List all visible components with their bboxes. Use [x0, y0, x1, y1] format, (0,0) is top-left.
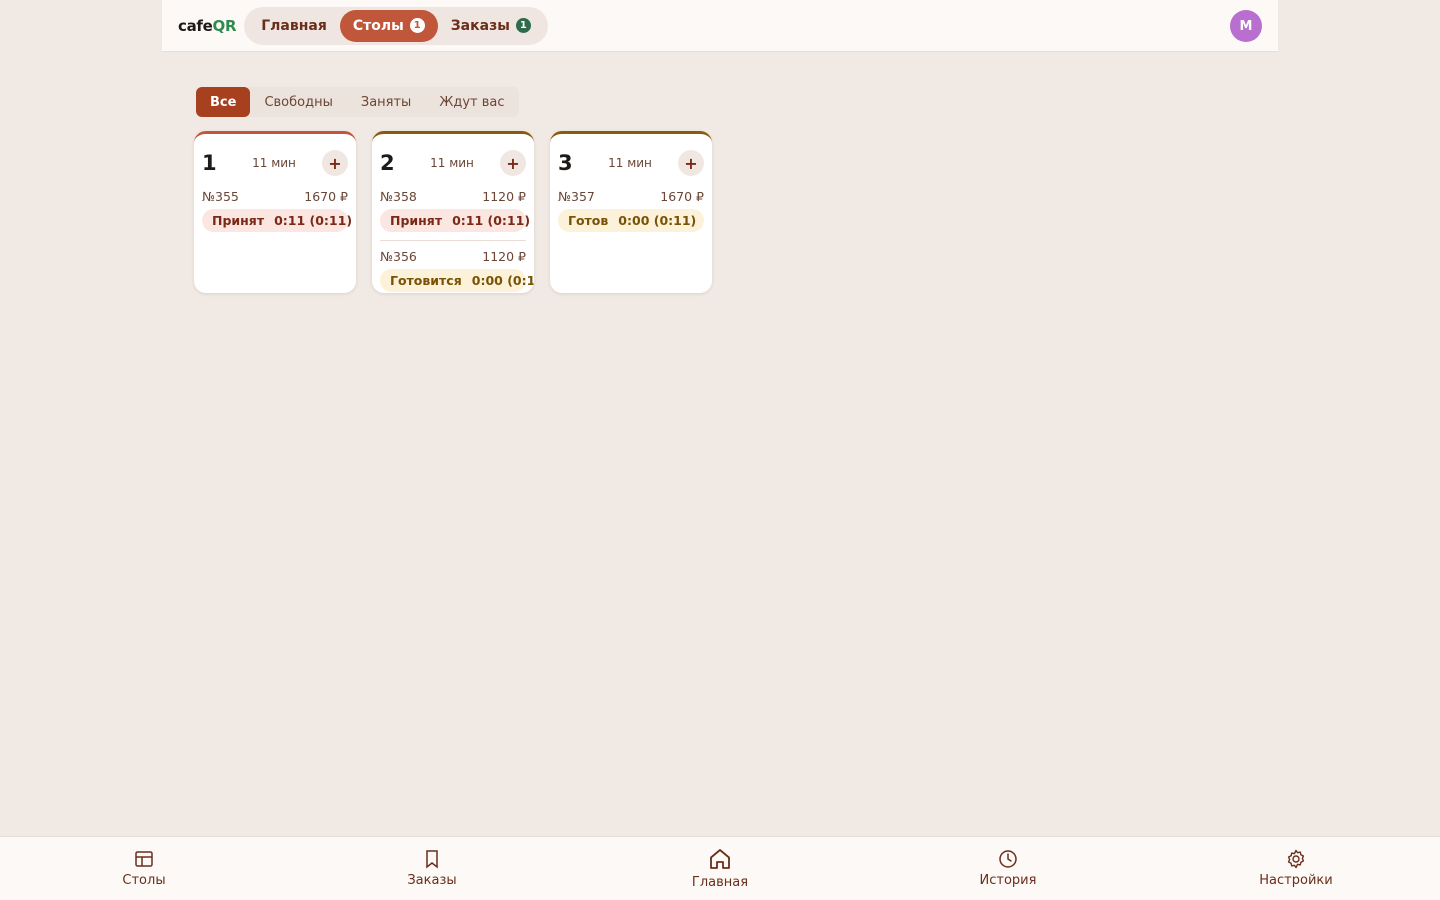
bottom-tab-settings-label: Настройки [1259, 873, 1333, 888]
nav-orders[interactable]: Заказы 1 [438, 10, 544, 42]
order-item[interactable]: №356 1120 ₽ Готовится 0:00 (0:11) [380, 240, 534, 292]
table-card-header: 2 11 мин + [380, 134, 526, 190]
bottom-tab-orders-label: Заказы [407, 873, 457, 888]
order-id: №355 [202, 188, 239, 204]
nav-home-label: Главная [261, 17, 327, 34]
bottom-tab-tables[interactable]: Столы [0, 837, 288, 900]
filter-occupied[interactable]: Заняты [347, 87, 425, 117]
order-item[interactable]: №357 1670 ₽ Готов 0:00 (0:11) [558, 187, 704, 232]
add-order-button[interactable]: + [500, 150, 526, 176]
table-card[interactable]: 1 11 мин + №355 1670 ₽ Принят 0:11 (0:11… [194, 131, 356, 293]
order-id: №358 [380, 188, 417, 204]
status-timer: 0:11 (0:11) [452, 213, 531, 228]
filter-all[interactable]: Все [196, 87, 251, 117]
status-timer: 0:00 (0:11) [618, 213, 697, 228]
table-layout-icon [135, 851, 153, 867]
order-total: 1670 ₽ [304, 188, 348, 204]
nav-home[interactable]: Главная [248, 10, 340, 42]
gear-icon [1287, 849, 1305, 869]
table-number: 2 [380, 151, 395, 175]
table-card[interactable]: 2 11 мин + №358 1120 ₽ Принят 0:11 (0:11… [372, 131, 534, 293]
nav-orders-label: Заказы [450, 17, 510, 34]
filter-waiting[interactable]: Ждут вас [425, 87, 518, 117]
order-item[interactable]: №358 1120 ₽ Принят 0:11 (0:11) [380, 187, 530, 232]
order-total: 1120 ₽ [482, 248, 526, 264]
table-elapsed: 11 мин [430, 156, 474, 170]
status-timer: 0:00 (0:11) [471, 273, 534, 288]
nav-orders-badge: 1 [515, 18, 531, 33]
table-card-header: 3 11 мин + [558, 134, 704, 190]
filter-free[interactable]: Свободны [250, 87, 346, 117]
logo-suffix: QR [212, 16, 237, 35]
table-card[interactable]: 3 11 мин + №357 1670 ₽ Готов 0:00 (0:11) [550, 131, 712, 293]
status-timer: 0:11 (0:11) [274, 213, 353, 228]
status-label: Принят [212, 213, 265, 228]
status-badge: Готов 0:00 (0:11) [558, 209, 704, 232]
top-bar: cafeQR Главная Столы 1 Заказы 1 M [162, 0, 1278, 52]
table-elapsed: 11 мин [252, 156, 296, 170]
nav-tables-label: Столы [352, 17, 404, 34]
bottom-tab-orders[interactable]: Заказы [288, 837, 576, 900]
order-total: 1120 ₽ [482, 188, 526, 204]
bottom-tab-settings[interactable]: Настройки [1152, 837, 1440, 900]
table-cards: 1 11 мин + №355 1670 ₽ Принят 0:11 (0:11… [194, 131, 712, 293]
bookmark-icon [426, 850, 438, 869]
home-icon [710, 849, 730, 869]
table-card-header: 1 11 мин + [202, 134, 348, 190]
status-label: Готовится [390, 273, 462, 288]
bottom-tab-home[interactable]: Главная [576, 837, 864, 900]
table-elapsed: 11 мин [608, 156, 652, 170]
bottom-tab-history-label: История [979, 873, 1037, 888]
bottom-tab-history[interactable]: История [864, 837, 1152, 900]
order-id: №357 [558, 188, 595, 204]
avatar[interactable]: M [1230, 10, 1262, 42]
bottom-tab-tables-label: Столы [122, 873, 166, 888]
status-badge: Принят 0:11 (0:11) [380, 209, 530, 232]
bottom-nav: Столы Заказы Главная История Настройки [0, 836, 1440, 900]
order-id: №356 [380, 248, 417, 264]
clock-icon [999, 850, 1017, 868]
add-order-button[interactable]: + [678, 150, 704, 176]
status-label: Принят [390, 213, 443, 228]
order-item[interactable]: №355 1670 ₽ Принят 0:11 (0:11) [202, 187, 352, 232]
filter-tabs: Все Свободны Заняты Ждут вас [196, 87, 519, 117]
nav-tables-badge: 1 [409, 18, 425, 33]
table-number: 3 [558, 151, 573, 175]
table-number: 1 [202, 151, 217, 175]
add-order-button[interactable]: + [322, 150, 348, 176]
status-badge: Принят 0:11 (0:11) [202, 209, 352, 232]
status-badge: Готовится 0:00 (0:11) [380, 269, 534, 292]
bottom-tab-home-label: Главная [691, 875, 749, 890]
status-label: Готов [568, 213, 609, 228]
nav-tables[interactable]: Столы 1 [339, 9, 438, 42]
logo[interactable]: cafeQR [178, 16, 237, 35]
main-nav: Главная Столы 1 Заказы 1 [244, 6, 548, 45]
logo-prefix: cafe [178, 16, 213, 35]
order-total: 1670 ₽ [660, 188, 704, 204]
